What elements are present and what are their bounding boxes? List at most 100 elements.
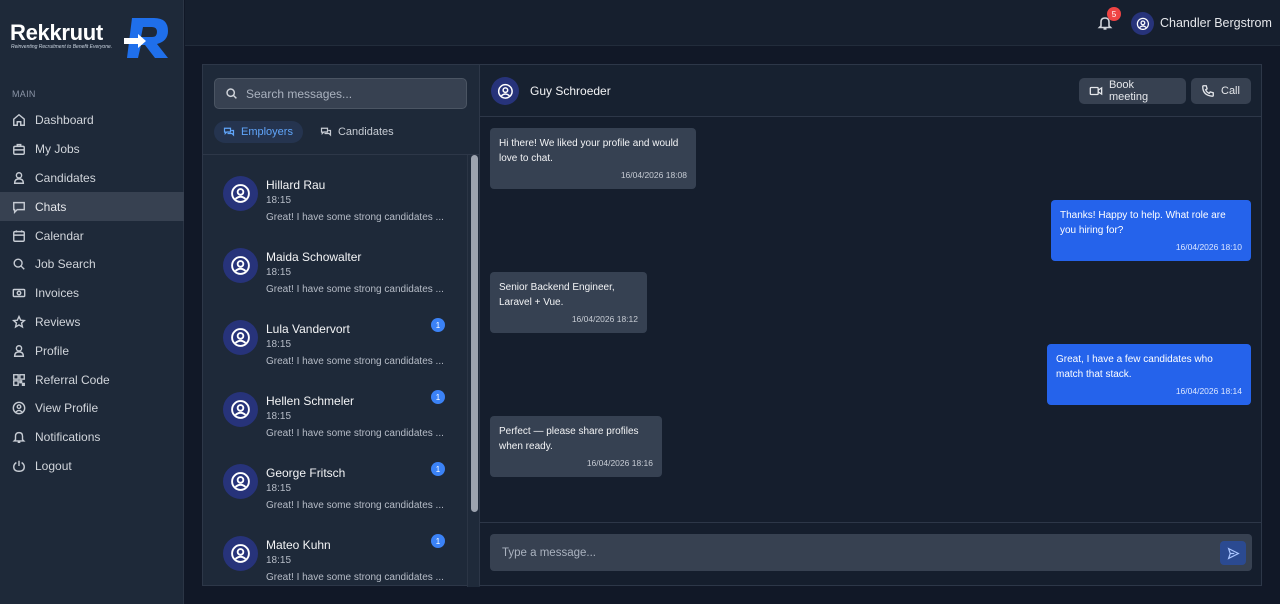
call-button[interactable]: Call [1191, 78, 1251, 104]
divider [480, 522, 1261, 523]
sidebar-item-referral-code[interactable]: Referral Code [0, 365, 184, 394]
message-timestamp: 16/04/2026 18:08 [620, 170, 687, 180]
conversation-list: Hillard Rau 18:15 Great! I have some str… [203, 155, 467, 587]
notification-count-badge: 5 [1107, 7, 1121, 21]
sidebar-item-label: Notifications [35, 430, 101, 445]
bell-icon [12, 430, 26, 444]
contact-name: Maida Schowalter [266, 250, 362, 264]
sidebar-item-notifications[interactable]: Notifications [0, 423, 184, 452]
brand-logo[interactable]: Rekkruut Reinventing Recruitment to Bene… [10, 14, 170, 60]
calendar-icon [12, 229, 26, 243]
contact-avatar [223, 392, 258, 427]
chat-panel: Guy Schroeder Book meeting Call Hi there… [479, 64, 1262, 586]
contact-avatar [223, 536, 258, 571]
sidebar-item-calendar[interactable]: Calendar [0, 221, 184, 250]
user-avatar-icon [1136, 17, 1149, 30]
sidebar-item-profile[interactable]: Profile [0, 336, 184, 365]
message-timestamp: 16/04/2026 18:10 [1175, 242, 1242, 252]
user-avatar[interactable] [1131, 12, 1154, 35]
sidebar-item-label: Referral Code [35, 372, 110, 387]
sidebar-item-label: Logout [35, 458, 72, 473]
sidebar-item-label: Profile [35, 343, 70, 358]
sidebar-item-candidates[interactable]: Candidates [0, 164, 184, 193]
sidebar-item-label: Dashboard [35, 113, 94, 128]
message-input[interactable] [502, 546, 1192, 559]
sidebar-item-reviews[interactable]: Reviews [0, 308, 184, 337]
book-meeting-label: Book meeting [1108, 79, 1149, 103]
user-name[interactable]: Chandler Bergstrom [1160, 16, 1272, 30]
message-time: 18:15 [266, 195, 292, 206]
money-icon [12, 286, 26, 300]
sidebar-item-chats[interactable]: Chats [0, 192, 184, 222]
conversation-item[interactable]: Hellen Schmeler 18:15 Great! I have some… [203, 371, 467, 443]
message-bubble-incoming: Perfect — please share profiles when rea… [490, 416, 662, 477]
message-preview: Great! I have some strong candidates ... [266, 284, 444, 295]
message-time: 18:15 [266, 411, 292, 422]
search-box[interactable] [214, 78, 467, 109]
message-bubble-outgoing: Thanks! Happy to help. What role are you… [1051, 200, 1251, 261]
contact-name: Hillard Rau [266, 178, 326, 192]
user-avatar-icon [231, 256, 250, 275]
contact-name: Hellen Schmeler [266, 394, 355, 408]
user-avatar-icon [231, 544, 250, 563]
sidebar-item-dashboard[interactable]: Dashboard [0, 106, 184, 135]
tab-employers[interactable]: Employers [214, 121, 303, 143]
sidebar-item-invoices[interactable]: Invoices [0, 279, 184, 308]
sidebar-item-my-jobs[interactable]: My Jobs [0, 135, 184, 164]
contact-avatar[interactable] [491, 77, 519, 105]
home-icon [12, 113, 26, 127]
sidebar-item-view-profile[interactable]: View Profile [0, 394, 184, 423]
message-preview: Great! I have some strong candidates ... [266, 500, 444, 511]
message-text: Hi there! We liked your profile and woul… [499, 138, 679, 164]
message-timestamp: 16/04/2026 18:14 [1175, 386, 1242, 396]
briefcase-icon [12, 142, 26, 156]
brand-tagline: Reinventing Recruitment to Benefit Every… [11, 44, 113, 50]
message-bubble-outgoing: Great, I have a few candidates who match… [1047, 344, 1251, 405]
qr-code-icon [12, 373, 26, 387]
message-timestamp: 16/04/2026 18:16 [586, 458, 653, 468]
message-time: 18:15 [266, 555, 292, 566]
sidebar-item-label: Calendar [35, 228, 84, 243]
conversation-item[interactable]: Hillard Rau 18:15 Great! I have some str… [203, 155, 467, 227]
contact-name: Mateo Kuhn [266, 538, 331, 552]
logo-r-mark-icon [124, 18, 168, 58]
contact-avatar [223, 320, 258, 355]
user-avatar-icon [231, 400, 250, 419]
search-input[interactable] [246, 86, 446, 101]
sidebar-item-label: Candidates [35, 170, 96, 185]
scrollbar-thumb[interactable] [471, 155, 478, 512]
book-meeting-button[interactable]: Book meeting [1079, 78, 1186, 104]
unread-badge: 1 [431, 318, 445, 332]
user-icon [12, 171, 26, 185]
unread-badge: 1 [431, 462, 445, 476]
chat-bubble-icon [12, 200, 26, 214]
message-composer [490, 534, 1252, 571]
message-bubble-incoming: Hi there! We liked your profile and woul… [490, 128, 696, 189]
contact-name: George Fritsch [266, 466, 346, 480]
tab-candidates[interactable]: Candidates [311, 121, 404, 143]
message-bubble-incoming: Senior Backend Engineer, Laravel + Vue. … [490, 272, 647, 333]
unread-badge: 1 [431, 534, 445, 548]
send-button[interactable] [1220, 541, 1246, 565]
chat-header: Guy Schroeder Book meeting Call [480, 65, 1261, 117]
conversation-item[interactable]: Mateo Kuhn 18:15 Great! I have some stro… [203, 515, 467, 587]
message-text: Senior Backend Engineer, Laravel + Vue. [499, 282, 615, 308]
conversation-item[interactable]: Maida Schowalter 18:15 Great! I have som… [203, 227, 467, 299]
chat-contact-name: Guy Schroeder [530, 84, 611, 98]
sidebar-nav: Dashboard My Jobs Candidates Chats Calen… [0, 106, 184, 480]
user-avatar-icon [497, 83, 513, 99]
conversation-item[interactable]: Lula Vandervort 18:15 Great! I have some… [203, 299, 467, 371]
conversation-list-panel: Employers Candidates Hillard Rau 18:15 G… [202, 64, 480, 587]
sidebar-item-logout[interactable]: Logout [0, 452, 184, 481]
sidebar-item-label: My Jobs [35, 142, 80, 157]
message-time: 18:15 [266, 483, 292, 494]
message-text: Thanks! Happy to help. What role are you… [1060, 210, 1226, 236]
contact-name: Lula Vandervort [266, 322, 350, 336]
message-preview: Great! I have some strong candidates ... [266, 212, 444, 223]
tab-label: Employers [241, 126, 293, 138]
chat-bubbles-icon [223, 127, 235, 137]
search-icon [226, 88, 237, 99]
sidebar-item-job-search[interactable]: Job Search [0, 250, 184, 279]
user-avatar-icon [231, 184, 250, 203]
conversation-item[interactable]: George Fritsch 18:15 Great! I have some … [203, 443, 467, 515]
